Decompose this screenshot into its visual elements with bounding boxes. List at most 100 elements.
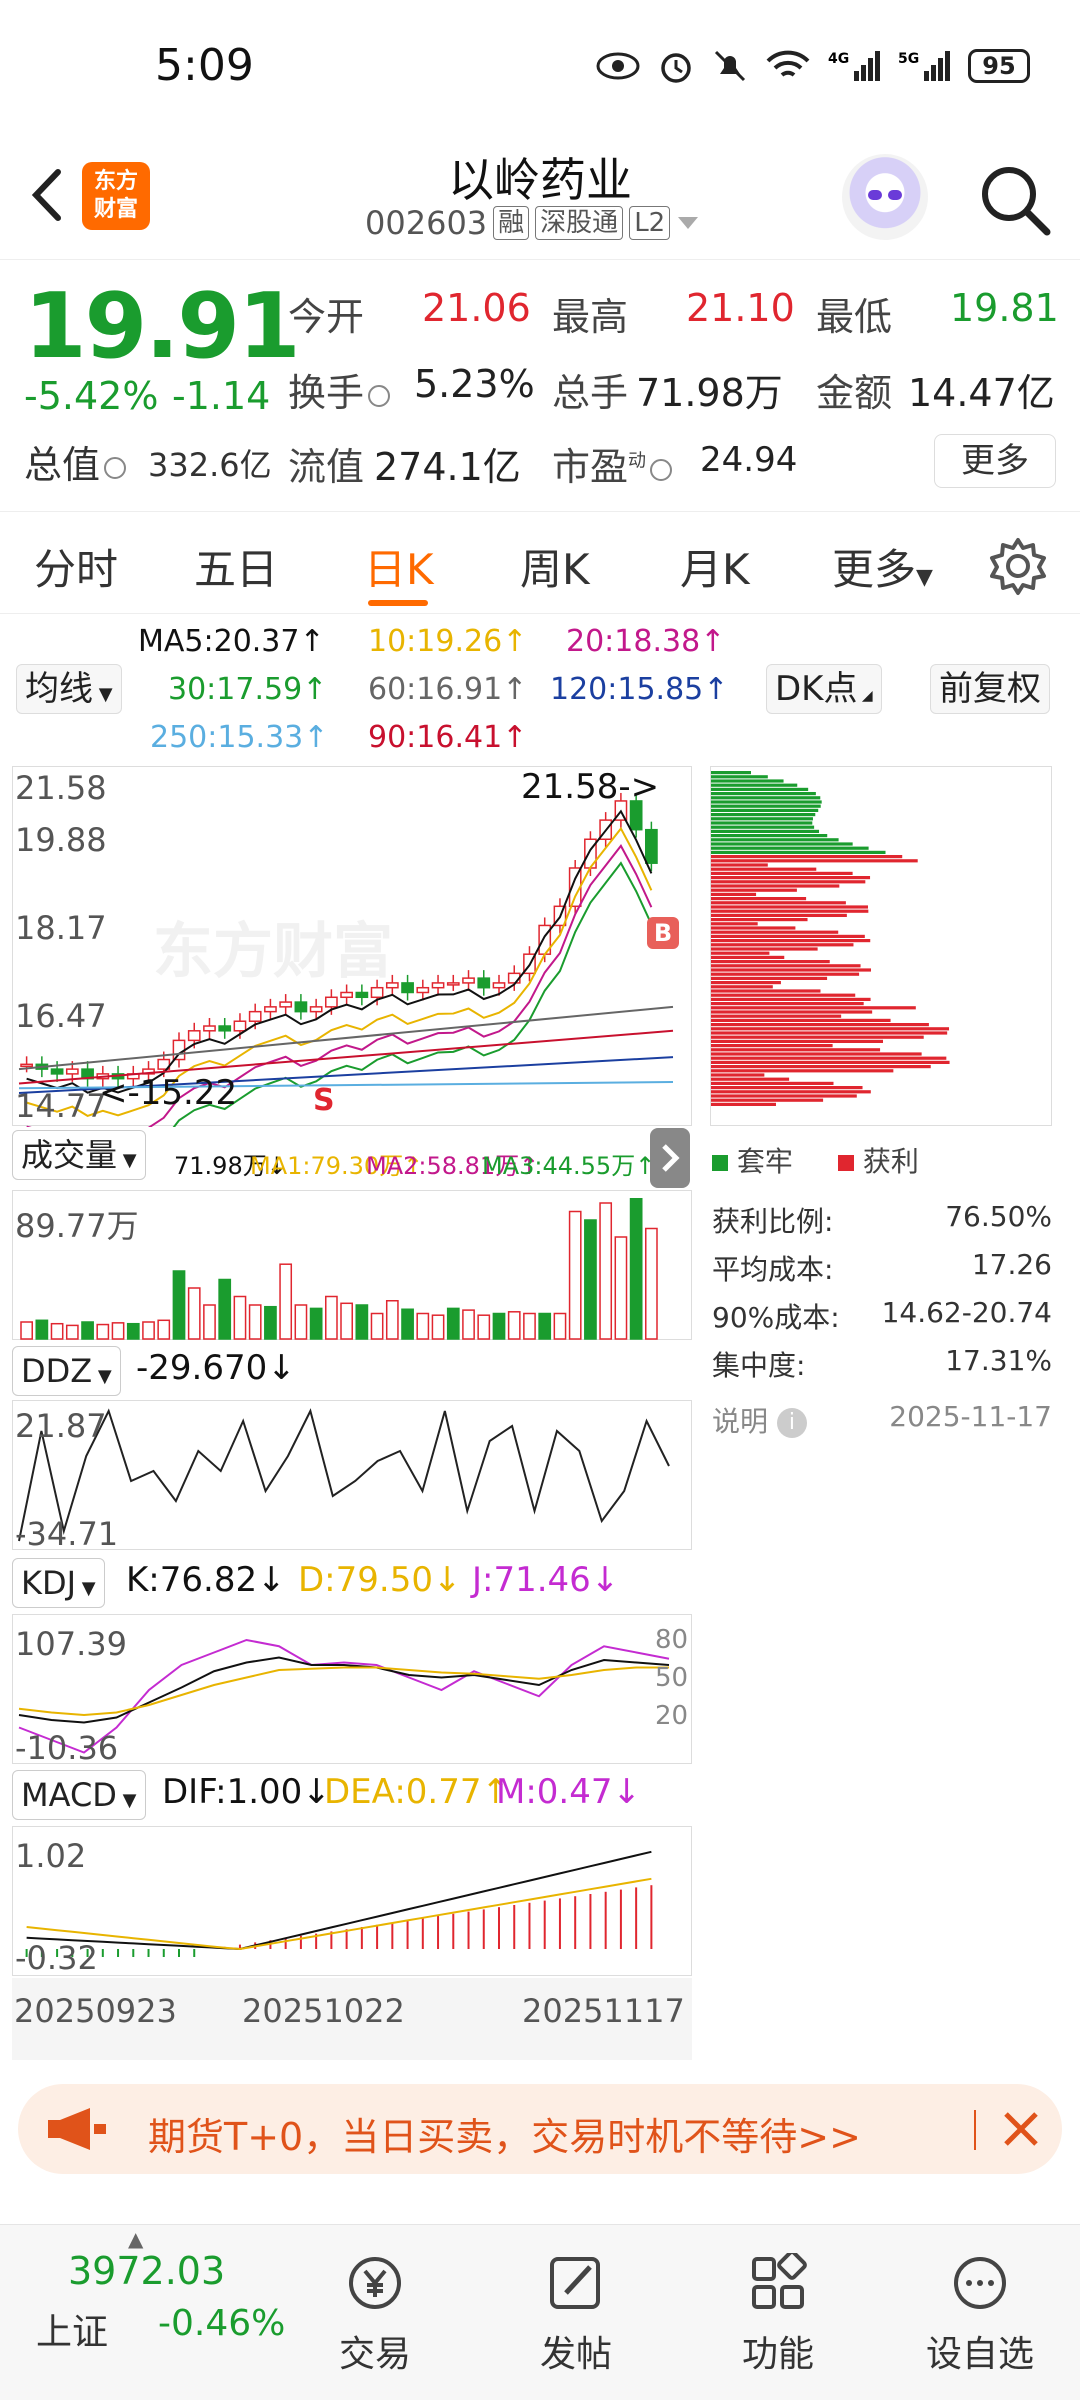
chip-bar [711, 1090, 871, 1094]
amount-label: 金额 [816, 371, 893, 415]
expand-panel-button[interactable] [650, 1128, 690, 1188]
chip-bar [711, 1077, 790, 1081]
info-icon[interactable] [368, 384, 391, 407]
adjust-price-button[interactable]: 前复权 [930, 664, 1050, 714]
gear-icon[interactable] [988, 536, 1048, 596]
chip-bar [711, 1010, 873, 1014]
nav-watchlist[interactable]: 设自选 [910, 2253, 1050, 2377]
chip-distribution-chart[interactable] [710, 766, 1052, 1126]
grid-icon [752, 2250, 807, 2309]
volume-indicator-select[interactable]: 成交量 ▼ [12, 1130, 146, 1180]
chip-row-avg-cost: 平均成本: 17.26 [712, 1248, 1052, 1286]
volume-bar [218, 1278, 232, 1340]
caret-up-icon: ▲ [128, 2227, 144, 2251]
futures-ad-banner[interactable]: 期货T+0，当日买卖，交易时机不等待>> [18, 2084, 1062, 2174]
chip-bar [711, 863, 768, 867]
status-bar: 5:09 4G 5G 95 [0, 0, 1080, 140]
ddz-chart[interactable]: 21.87 -34.71 [12, 1400, 692, 1553]
mute-icon [714, 50, 746, 82]
tab-more[interactable]: 更多▼ [832, 536, 933, 597]
sell-mark[interactable]: S [313, 1083, 335, 1118]
chip-bar [711, 876, 871, 880]
macd-chart[interactable]: 1.02 -0.32 [12, 1826, 692, 1977]
kdj-indicator-select[interactable]: KDJ ▼ [12, 1558, 105, 1608]
ma-select[interactable]: 均线 ▼ [16, 664, 122, 714]
chip-bar [711, 930, 839, 934]
high-marker: 21.58-> [521, 767, 660, 807]
active-tab-indicator [368, 600, 428, 606]
chip-bar [711, 943, 854, 947]
chip-bar [711, 1094, 857, 1098]
candle [264, 1006, 277, 1013]
chip-bar [711, 955, 785, 959]
chip-bar [711, 1039, 884, 1043]
info-icon[interactable] [104, 456, 127, 479]
kdj-j: J:71.46↓ [472, 1560, 620, 1600]
info-icon[interactable] [650, 458, 673, 481]
chip-bar [711, 1069, 894, 1073]
chip-row-concentration: 集中度: 17.31% [712, 1344, 1052, 1382]
candle [218, 1025, 232, 1032]
volume-bar [416, 1312, 430, 1340]
kdj-chart[interactable]: 107.39 -10.36 80 50 20 [12, 1614, 692, 1767]
chip-bar [711, 968, 871, 972]
low-label: 最低 [816, 295, 893, 339]
stock-code-row[interactable]: 002603 融 深股通 L2 [365, 204, 700, 242]
nav-function[interactable]: 功能 [708, 2250, 848, 2377]
macd-indicator-select[interactable]: MACD ▼ [12, 1770, 146, 1820]
assistant-robot-icon[interactable] [842, 154, 928, 240]
chip-bar [711, 1098, 824, 1102]
close-icon[interactable] [998, 2106, 1044, 2152]
kline-chart[interactable]: 东方财富 21.58 19.88 18.17 16.47 14.77 21.58… [12, 766, 692, 1127]
volume-bar [401, 1308, 414, 1340]
search-icon[interactable] [975, 160, 1055, 240]
volume-chart[interactable]: 89.77万 [12, 1190, 692, 1340]
chip-bar [711, 796, 821, 800]
volume-label: 总手 [552, 371, 629, 415]
tab-weekly-k[interactable]: 周K [520, 536, 590, 597]
chip-bar [711, 838, 839, 842]
chip-bar [711, 972, 860, 976]
chip-bar [711, 859, 918, 863]
index-value: 3972.03 [68, 2249, 226, 2293]
chip-bar [711, 1027, 950, 1031]
buy-mark[interactable]: B [647, 917, 679, 949]
chip-bar [711, 997, 871, 1001]
tab-five-day[interactable]: 五日 [194, 536, 278, 597]
ma5-value: MA5:20.37↑ [138, 624, 325, 659]
ddz-axis-bottom: -34.71 [15, 1515, 119, 1553]
date-label: 20251117 [522, 1992, 685, 2030]
low-value: 19.81 [950, 286, 1059, 330]
macd-m: M:0.47↓ [496, 1772, 641, 1812]
kdj-level-20: 20 [655, 1701, 689, 1731]
nav-trade[interactable]: 交易 [305, 2253, 445, 2377]
tab-monthly-k[interactable]: 月K [680, 536, 750, 597]
kdj-d: D:79.50↓ [298, 1560, 462, 1600]
chip-bar [711, 918, 808, 922]
kdj-axis-bottom: -10.36 [15, 1729, 119, 1767]
ma10-value: 10:19.26↑ [368, 624, 528, 659]
chip-bar [711, 1052, 922, 1056]
chip-row-profit-ratio: 获利比例: 76.50% [712, 1200, 1052, 1238]
volume-bar [492, 1312, 506, 1340]
bottom-nav: ▲ 3972.03 上证 -0.46% 交易 发帖 功能 设自选 [0, 2224, 1080, 2400]
chip-bar [711, 817, 813, 821]
high-value: 21.10 [686, 286, 795, 330]
dk-point-button[interactable]: DK点 ◢ [766, 664, 882, 714]
chip-bar [711, 855, 903, 859]
chip-bar [711, 981, 781, 985]
quote-panel: 19.91 -5.42% -1.14 总值 332.6亿 今开 21.06 最高… [0, 262, 1080, 512]
ddz-indicator-select[interactable]: DDZ ▼ [12, 1346, 121, 1396]
connect-tag: 深股通 [535, 206, 624, 240]
edit-post-icon [550, 2257, 600, 2309]
candle [248, 1010, 262, 1022]
chip-note-row[interactable]: 说明 i 2025-11-17 [712, 1400, 1052, 1440]
chip-bar [711, 792, 816, 796]
info-icon[interactable]: i [776, 1408, 807, 1438]
tab-intraday[interactable]: 分时 [34, 536, 118, 597]
tab-daily-k[interactable]: 日K [364, 536, 434, 597]
nav-post[interactable]: 发帖 [506, 2253, 646, 2377]
volume-bar [614, 1236, 628, 1340]
more-button[interactable]: 更多 [934, 434, 1056, 488]
float-value: 274.1亿 [374, 445, 521, 489]
